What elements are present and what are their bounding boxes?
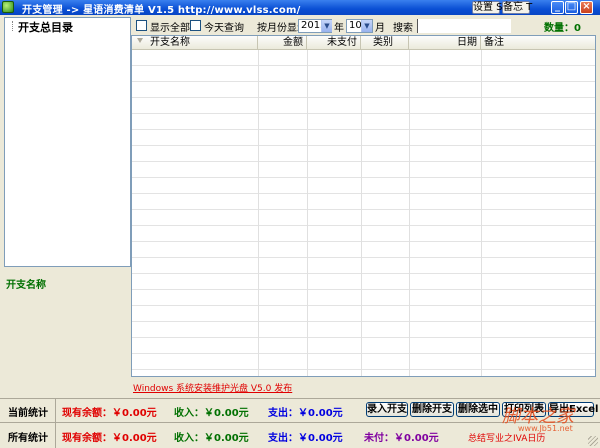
- maximize-button[interactable]: □: [565, 1, 578, 14]
- window-title: 开支管理 -> 星语消费清单 V1.5 http://www.vlss.com/: [22, 5, 301, 16]
- delete-expense-button[interactable]: 删除开支: [410, 402, 454, 417]
- expense-table[interactable]: 开支名称 金额 未支付 类别 日期 备注: [131, 35, 596, 377]
- current-stats-title: 当前统计: [8, 408, 48, 419]
- column-header-notes[interactable]: 备注: [481, 36, 595, 50]
- memo-button[interactable]: 备忘 T: [502, 1, 532, 14]
- all-income: 收入：￥0.00元: [174, 433, 249, 444]
- year-dropdown-arrow-icon[interactable]: ▼: [321, 20, 332, 32]
- column-header-unpaid[interactable]: 未支付: [307, 36, 361, 50]
- all-unpaid: 未付：￥0.00元: [364, 433, 439, 444]
- month-dropdown-arrow-icon[interactable]: ▼: [361, 20, 372, 32]
- today-query-checkbox[interactable]: [190, 20, 201, 31]
- close-button[interactable]: ×: [580, 1, 593, 14]
- month-unit-label: 月: [375, 23, 385, 34]
- table-body[interactable]: [132, 50, 595, 376]
- expense-name-label: 开支名称: [6, 280, 46, 291]
- column-header-amount[interactable]: 金额: [258, 36, 307, 50]
- category-tree[interactable]: 开支总目录: [4, 17, 131, 267]
- all-stats-title: 所有统计: [8, 433, 48, 444]
- all-expense: 支出：￥0.00元: [268, 433, 343, 444]
- stats-separator: [55, 398, 56, 448]
- filter-bar: 显示全部 今天查询 按月份显示 2013 ▼ 年 10 ▼ 月 搜索 数量：0: [135, 19, 585, 34]
- year-unit-label: 年: [334, 23, 344, 34]
- delete-selected-button[interactable]: 删除选中: [456, 402, 500, 417]
- current-balance: 现有余额：￥0.00元: [62, 408, 157, 419]
- show-all-label: 显示全部: [150, 23, 190, 34]
- column-divider: [361, 50, 362, 376]
- announcement-link[interactable]: Windows 系统安装维护光盘 V5.0 发布: [133, 381, 292, 394]
- resize-grip-icon[interactable]: [588, 436, 598, 446]
- app-icon: [2, 1, 14, 13]
- month-value: 10: [349, 20, 362, 31]
- column-divider: [258, 50, 259, 376]
- record-count: 数量：0: [544, 23, 581, 34]
- column-divider: [307, 50, 308, 376]
- column-header-date[interactable]: 日期: [409, 36, 481, 50]
- column-divider: [409, 50, 410, 376]
- title-bar: 开支管理 -> 星语消费清单 V1.5 http://www.vlss.com/…: [0, 0, 600, 16]
- tree-connector-line: [12, 21, 13, 31]
- current-income: 收入：￥0.00元: [174, 408, 249, 419]
- site-watermark-url: www.Jb51.net: [518, 424, 573, 433]
- minimize-button[interactable]: _: [551, 1, 564, 14]
- add-expense-button[interactable]: 录入开支: [366, 402, 408, 417]
- column-divider: [481, 50, 482, 376]
- today-query-label: 今天查询: [204, 23, 244, 34]
- current-expense: 支出：￥0.00元: [268, 408, 343, 419]
- table-header: 开支名称 金额 未支付 类别 日期 备注: [132, 36, 595, 50]
- show-all-checkbox[interactable]: [136, 20, 147, 31]
- search-input[interactable]: [417, 19, 511, 33]
- tree-root-item[interactable]: 开支总目录: [18, 19, 73, 35]
- all-balance: 现有余额：￥0.00元: [62, 433, 157, 444]
- column-header-category[interactable]: 类别: [361, 36, 409, 50]
- settings-button[interactable]: 设置 S: [472, 1, 503, 14]
- search-label: 搜索: [393, 23, 413, 34]
- column-header-name[interactable]: 开支名称: [132, 36, 258, 50]
